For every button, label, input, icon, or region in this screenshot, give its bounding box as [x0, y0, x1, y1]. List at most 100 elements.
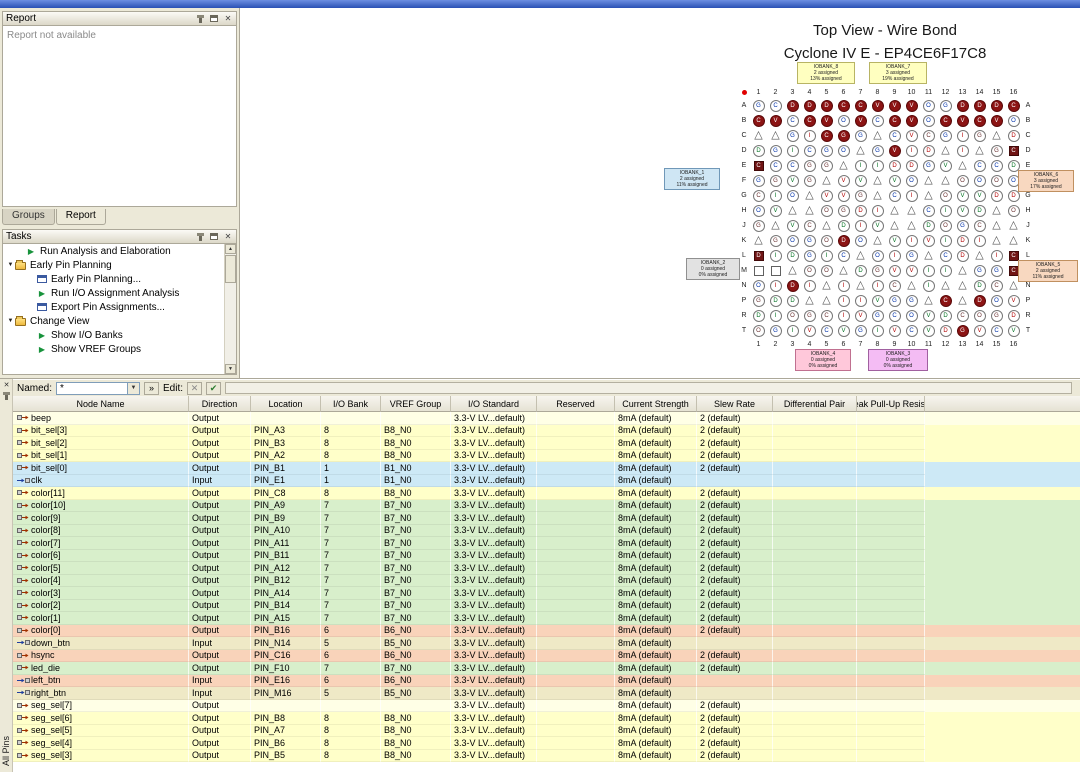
- cell-i-o-standard[interactable]: 3.3-V LV...default): [451, 662, 537, 675]
- tab-groups[interactable]: Groups: [2, 209, 55, 225]
- pin-C8[interactable]: △: [869, 128, 886, 143]
- pin-R8[interactable]: G: [869, 308, 886, 323]
- cell-differential-pair[interactable]: [773, 625, 857, 638]
- expander-icon[interactable]: ▼: [6, 318, 15, 324]
- cell-weak-pull-up-resistor[interactable]: [857, 500, 925, 513]
- cell-i-o-bank[interactable]: 7: [321, 537, 381, 550]
- cell-differential-pair[interactable]: [773, 662, 857, 675]
- pin-B12[interactable]: C: [937, 113, 954, 128]
- pin-N11[interactable]: I: [920, 278, 937, 293]
- cell-vref-group[interactable]: B5_N0: [381, 637, 451, 650]
- column-header-differential-pair[interactable]: Differential Pair: [773, 396, 857, 412]
- cell-i-o-bank[interactable]: 1: [321, 462, 381, 475]
- cell-location[interactable]: PIN_N14: [251, 637, 321, 650]
- cell-current-strength[interactable]: 8mA (default): [615, 575, 697, 588]
- cell-slew-rate[interactable]: [697, 637, 773, 650]
- cell-current-strength[interactable]: 8mA (default): [615, 562, 697, 575]
- pin-L8[interactable]: O: [869, 248, 886, 263]
- pin-K2[interactable]: G: [767, 233, 784, 248]
- pin-B10[interactable]: V: [903, 113, 920, 128]
- cell-node-name[interactable]: seg_sel[4]: [13, 737, 189, 750]
- cell-node-name[interactable]: color[3]: [13, 587, 189, 600]
- cell-vref-group[interactable]: B5_N0: [381, 687, 451, 700]
- pin-J8[interactable]: V: [869, 218, 886, 233]
- pin-L7[interactable]: △: [852, 248, 869, 263]
- cell-direction[interactable]: Output: [189, 587, 251, 600]
- pin-N13[interactable]: △: [954, 278, 971, 293]
- pin-G8[interactable]: △: [869, 188, 886, 203]
- cell-current-strength[interactable]: 8mA (default): [615, 587, 697, 600]
- column-header-i-o-standard[interactable]: I/O Standard: [451, 396, 537, 412]
- pin-D9[interactable]: V: [886, 143, 903, 158]
- cell-i-o-standard[interactable]: 3.3-V LV...default): [451, 712, 537, 725]
- cell-i-o-bank[interactable]: 7: [321, 587, 381, 600]
- cell-i-o-standard[interactable]: 3.3-V LV...default): [451, 512, 537, 525]
- pin-N14[interactable]: D: [971, 278, 988, 293]
- chevron-down-icon[interactable]: ▼: [127, 383, 139, 394]
- cell-vref-group[interactable]: B7_N0: [381, 537, 451, 550]
- cell-vref-group[interactable]: B1_N0: [381, 462, 451, 475]
- column-header-current-strength[interactable]: Current Strength: [615, 396, 697, 412]
- cell-slew-rate[interactable]: 2 (default): [697, 412, 773, 425]
- column-header-node-name[interactable]: Node Name: [13, 396, 189, 412]
- cell-node-name[interactable]: seg_sel[5]: [13, 725, 189, 738]
- cell-direction[interactable]: Output: [189, 575, 251, 588]
- pin-A7[interactable]: C: [852, 98, 869, 113]
- cell-direction[interactable]: Output: [189, 487, 251, 500]
- cell-reserved[interactable]: [537, 612, 615, 625]
- cell-slew-rate[interactable]: 2 (default): [697, 575, 773, 588]
- cell-node-name[interactable]: beep: [13, 412, 189, 425]
- close-pane-icon[interactable]: ✕: [0, 381, 13, 389]
- pin-A12[interactable]: G: [937, 98, 954, 113]
- cell-vref-group[interactable]: B6_N0: [381, 650, 451, 663]
- cell-node-name[interactable]: color[10]: [13, 500, 189, 513]
- pin-D6[interactable]: O: [835, 143, 852, 158]
- pin-N5[interactable]: △: [818, 278, 835, 293]
- cell-current-strength[interactable]: 8mA (default): [615, 450, 697, 463]
- cell-direction[interactable]: Output: [189, 737, 251, 750]
- pin-G4[interactable]: △: [801, 188, 818, 203]
- pin-J12[interactable]: O: [937, 218, 954, 233]
- cell-differential-pair[interactable]: [773, 425, 857, 438]
- cell-direction[interactable]: Output: [189, 537, 251, 550]
- pin-J13[interactable]: G: [954, 218, 971, 233]
- pin-C14[interactable]: G: [971, 128, 988, 143]
- pin-J5[interactable]: △: [818, 218, 835, 233]
- cell-weak-pull-up-resistor[interactable]: [857, 450, 925, 463]
- pin-K13[interactable]: D: [954, 233, 971, 248]
- cell-reserved[interactable]: [537, 737, 615, 750]
- pin-P6[interactable]: I: [835, 293, 852, 308]
- pin-N15[interactable]: C: [988, 278, 1005, 293]
- cell-current-strength[interactable]: 8mA (default): [615, 512, 697, 525]
- cell-current-strength[interactable]: 8mA (default): [615, 612, 697, 625]
- cell-slew-rate[interactable]: 2 (default): [697, 600, 773, 613]
- pin-G6[interactable]: V: [835, 188, 852, 203]
- cell-i-o-standard[interactable]: 3.3-V LV...default): [451, 650, 537, 663]
- cell-weak-pull-up-resistor[interactable]: [857, 512, 925, 525]
- task-item-show-vref-groups[interactable]: ▶Show VREF Groups: [3, 342, 224, 356]
- edit-field[interactable]: [225, 382, 1072, 394]
- cell-node-name[interactable]: hsync: [13, 650, 189, 663]
- cell-current-strength[interactable]: 8mA (default): [615, 600, 697, 613]
- pin-M2[interactable]: [767, 263, 784, 278]
- cell-weak-pull-up-resistor[interactable]: [857, 637, 925, 650]
- cell-i-o-bank[interactable]: 7: [321, 662, 381, 675]
- tasks-panel-titlebar[interactable]: Tasks ✕: [3, 230, 236, 244]
- cell-reserved[interactable]: [537, 525, 615, 538]
- cell-weak-pull-up-resistor[interactable]: [857, 575, 925, 588]
- cell-direction[interactable]: Output: [189, 750, 251, 763]
- cell-vref-group[interactable]: B7_N0: [381, 575, 451, 588]
- pin-B8[interactable]: C: [869, 113, 886, 128]
- cell-direction[interactable]: Output: [189, 700, 251, 713]
- pin-J3[interactable]: V: [784, 218, 801, 233]
- cell-i-o-standard[interactable]: 3.3-V LV...default): [451, 600, 537, 613]
- cell-reserved[interactable]: [537, 500, 615, 513]
- cell-slew-rate[interactable]: [697, 687, 773, 700]
- pin-A3[interactable]: D: [784, 98, 801, 113]
- cell-weak-pull-up-resistor[interactable]: [857, 437, 925, 450]
- cell-current-strength[interactable]: 8mA (default): [615, 700, 697, 713]
- pin-N3[interactable]: D: [784, 278, 801, 293]
- cell-weak-pull-up-resistor[interactable]: [857, 537, 925, 550]
- pin-N2[interactable]: I: [767, 278, 784, 293]
- task-item-early-pin-planning[interactable]: Early Pin Planning...: [3, 272, 224, 286]
